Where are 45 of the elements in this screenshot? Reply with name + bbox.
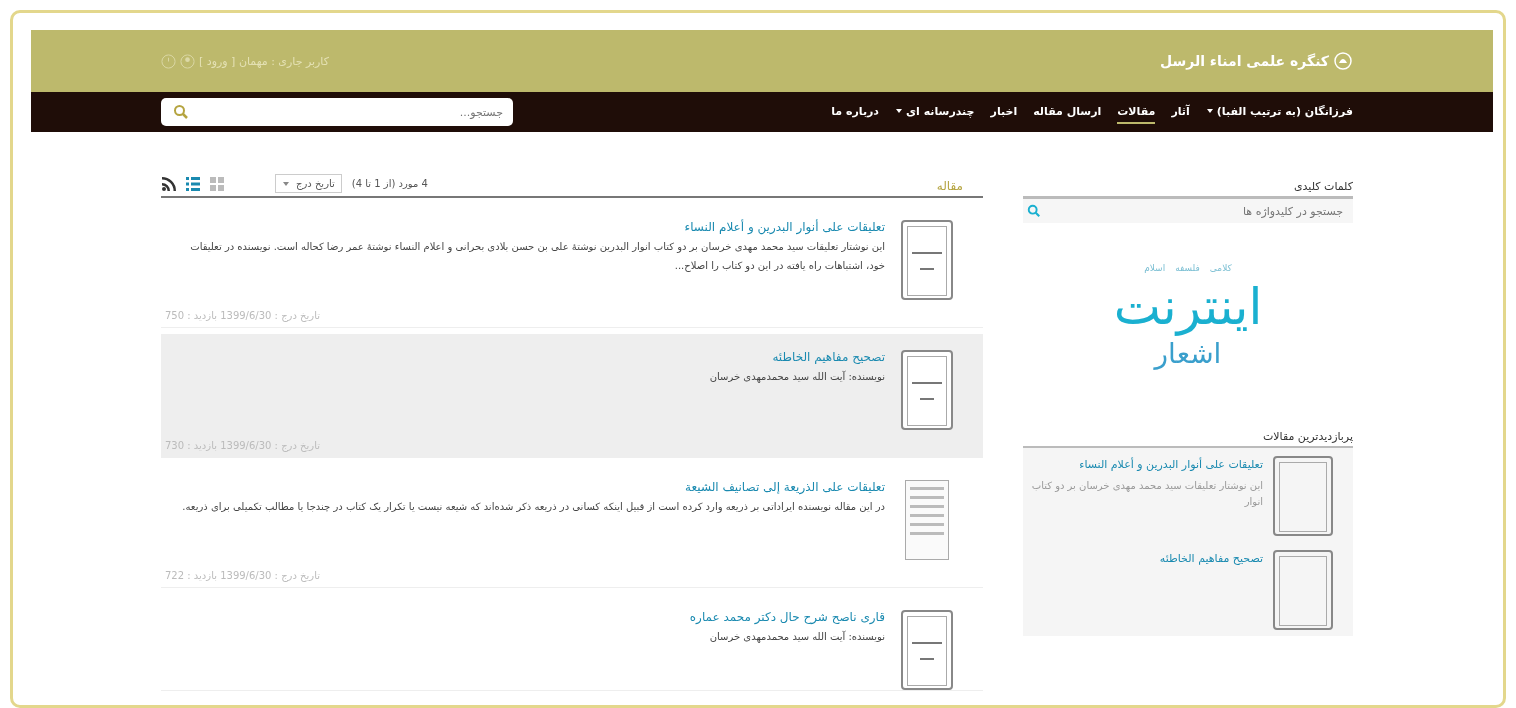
search-icon[interactable] — [173, 104, 189, 120]
grid-view-icon[interactable] — [209, 175, 225, 192]
nav-link[interactable]: اخبار — [990, 100, 1018, 124]
article-title-link[interactable]: تعلیقات علی الذریعة إلی تصانیف الشیعة — [171, 480, 885, 494]
power-icon[interactable] — [161, 53, 176, 69]
article-summary: در این مقاله نویسنده ایراداتی بر ذریعه وارد کرده است از قبیل اینکه کسانی در ذریعه ذکر شده‌اند که شیعه نیست یا تکرار یک کتاب در چندجا یا مطالب تکمیلی برای ذریعه. — [181, 500, 885, 515]
article-title-link[interactable]: تصحیح مفاهیم الخاطئه — [1159, 550, 1263, 568]
keyword-tag[interactable]: کلامی — [1209, 263, 1232, 273]
caret-icon — [895, 107, 903, 115]
article-title-link[interactable]: تعلیقات علی أنوار البدرین و أعلام النساء — [171, 220, 885, 234]
result-count: 4 مورد (از 1 تا 4) — [351, 178, 428, 189]
nav-link[interactable]: فرزانگان (به ترتیب الفبا) — [1205, 100, 1353, 124]
article-summary: این نوشتار تعلیقات سید محمد مهدی خرسان بر دو کتاب انوار البدرین نوشتهٔ علی بن حسن بلادی بحرانی و اعلام النساء نوشتهٔ عمر رضا کحاله است. نویسنده در تعلیقات خود، اشتباهات راه یافته در این دو کتاب را اصلاح... — [189, 240, 885, 274]
list-view-icon[interactable] — [185, 175, 201, 192]
article-summary: نویسنده: آیت الله سید محمدمهدی خرسان — [708, 629, 885, 645]
keyword-tag[interactable]: اینترنت — [1113, 277, 1263, 337]
keyword-tag[interactable]: اسلام — [1144, 263, 1166, 273]
article-meta: تاریخ درج : 1399/6/30 بازدید : 722 — [164, 569, 321, 584]
search-field[interactable]: جستجو... — [161, 98, 513, 126]
nav-link[interactable]: مقالات — [1117, 100, 1156, 124]
user-icon[interactable] — [180, 53, 195, 69]
article-title-link[interactable]: تعلیقات علی أنوار البدرین و أعلام النساء — [1031, 456, 1263, 474]
site-title: کنگره علمی امناء الرسل — [1159, 53, 1329, 69]
nav-link[interactable]: درباره ما — [831, 100, 879, 124]
article-card[interactable]: قاری ناصح شرح حال دکتر محمد عماره نویسنده: آیت الله سید محمدمهدی خرسان — [161, 594, 983, 691]
nav-link[interactable]: آثار — [1171, 100, 1190, 124]
caret-icon — [282, 179, 290, 188]
logo-icon — [1333, 51, 1353, 71]
article-title-link[interactable]: قاری ناصح شرح حال دکتر محمد عماره — [171, 610, 885, 624]
keyword-tag[interactable]: اشعار — [1154, 337, 1222, 370]
article-title-link[interactable]: تصحیح مفاهیم الخاطئه — [171, 350, 885, 364]
nav-link[interactable]: چندرسانه ای — [895, 100, 975, 124]
section-heading: مقاله — [936, 179, 963, 193]
article-summary: این نوشتار تعلیقات سید محمد مهدی خرسان بر دو کتاب انوار — [1031, 478, 1263, 509]
caret-icon — [1205, 107, 1214, 115]
nav-link[interactable]: ارسال مقاله — [1033, 100, 1102, 124]
search-icon[interactable] — [1027, 204, 1041, 218]
article-meta: تاریخ درج : 1399/6/30 بازدید : 750 — [164, 309, 321, 324]
popular-article-card[interactable]: تصحیح مفاهیم الخاطئه — [1023, 542, 1353, 636]
keyword-tag[interactable]: فلسفه — [1175, 263, 1200, 273]
popular-article-card[interactable]: تعلیقات علی أنوار البدرین و أعلام النساء این نوشتار تعلیقات سید محمد مهدی خرسان بر دو کتاب انوار — [1023, 448, 1353, 542]
rss-icon[interactable] — [161, 175, 177, 192]
sort-dropdown[interactable]: تاریخ درج — [275, 174, 342, 193]
article-summary: نویسنده: آیت الله سید محمدمهدی خرسان — [708, 369, 885, 385]
keyword-search-field[interactable]: جستجو در کلیدواژه ها — [1023, 199, 1353, 223]
